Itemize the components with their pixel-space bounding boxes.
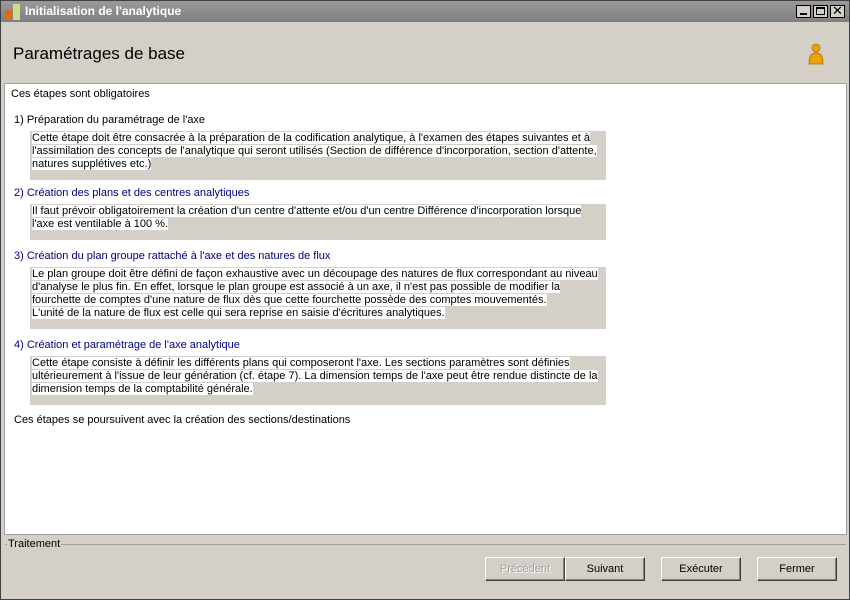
window-controls: ✕ xyxy=(796,4,845,19)
app-icon xyxy=(5,4,21,20)
step-3-description: Le plan groupe doit être défini de façon… xyxy=(30,267,606,329)
main-window: Initialisation de l'analytique ✕ Paramét… xyxy=(0,0,850,600)
step-4-title: 4) Création et paramétrage de l'axe anal… xyxy=(14,339,240,351)
execute-button[interactable]: Exécuter xyxy=(661,557,741,581)
intro-text: Ces étapes sont obligatoires xyxy=(11,88,150,100)
maximize-icon xyxy=(816,7,825,15)
close-button[interactable]: ✕ xyxy=(830,4,845,19)
previous-button[interactable]: Précédent xyxy=(485,557,565,581)
treatment-group-label: Traitement xyxy=(7,538,62,551)
step-2-title: 2) Création des plans et des centres ana… xyxy=(14,187,250,199)
title-bar[interactable]: Initialisation de l'analytique ✕ xyxy=(1,1,849,22)
window-title: Initialisation de l'analytique xyxy=(25,4,182,18)
close-icon: ✕ xyxy=(832,4,843,19)
step-3-title: 3) Création du plan groupe rattaché à l'… xyxy=(14,250,331,262)
maximize-button[interactable] xyxy=(813,5,828,18)
content-panel: Ces étapes sont obligatoires 1) Préparat… xyxy=(4,83,847,535)
close-dialog-button[interactable]: Fermer xyxy=(757,557,837,581)
step-1-title: 1) Préparation du paramétrage de l'axe xyxy=(14,114,206,126)
minimize-button[interactable] xyxy=(796,5,811,18)
step-4-description: Cette étape consiste à définir les diffé… xyxy=(30,356,606,405)
next-button[interactable]: Suivant xyxy=(565,557,645,581)
minimize-icon xyxy=(800,13,807,15)
step-1-description: Cette étape doit être consacrée à la pré… xyxy=(30,131,606,180)
user-icon xyxy=(808,43,824,65)
treatment-group-divider xyxy=(5,544,846,546)
step-2-description: Il faut prévoir obligatoirement la créat… xyxy=(30,204,606,240)
header-panel: Paramétrages de base xyxy=(1,22,849,83)
outro-text: Ces étapes se poursuivent avec la créati… xyxy=(14,414,351,426)
page-title: Paramétrages de base xyxy=(13,44,185,63)
